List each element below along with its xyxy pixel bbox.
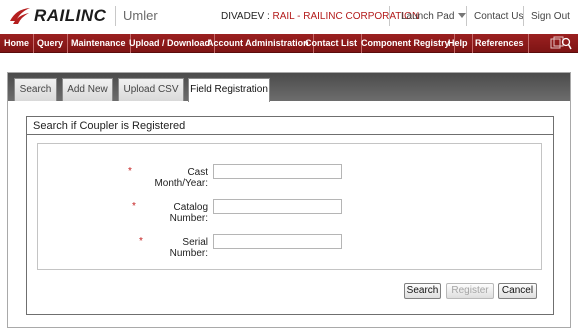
required-marker: * — [132, 201, 136, 212]
required-marker: * — [139, 236, 143, 247]
nav-upload-download[interactable]: Upload / Download — [125, 34, 215, 53]
required-marker: * — [128, 166, 132, 177]
register-button[interactable]: Register — [446, 283, 494, 299]
top-header: RAILINC Umler DIVADEV : RAIL - RAILINC C… — [0, 0, 578, 33]
nav-help[interactable]: Help — [444, 34, 473, 53]
logo-text: RAILINC — [34, 6, 107, 25]
nav-home[interactable]: Home — [0, 34, 35, 53]
search-form: * Cast Month/Year: * Catalog Number: * S… — [37, 143, 542, 270]
form-row-serial-number: * Serial Number: — [38, 234, 543, 259]
org-name: RAIL - RAILINC CORPORATION — [272, 11, 420, 22]
tab-search[interactable]: Search — [14, 78, 57, 101]
content-frame: Search Add New Upload CSV Field Registra… — [7, 72, 571, 328]
tab-upload-csv[interactable]: Upload CSV — [118, 78, 184, 101]
nav-query[interactable]: Query — [33, 34, 69, 53]
search-button[interactable]: Search — [404, 283, 441, 299]
launch-pad-menu[interactable]: Launch Pad — [401, 11, 467, 22]
tab-add-new[interactable]: Add New — [62, 78, 113, 101]
cast-month-year-label: Cast Month/Year: — [154, 167, 208, 189]
serial-number-label: Serial Number: — [169, 237, 208, 259]
nav-maintenance[interactable]: Maintenance — [67, 34, 131, 53]
nav-component-registry[interactable]: Component Registry — [357, 34, 455, 53]
header-divider — [389, 6, 390, 26]
railinc-swoosh-icon — [10, 8, 30, 24]
serial-number-input[interactable] — [213, 234, 342, 249]
app-name: Umler — [123, 8, 158, 23]
header-divider — [115, 6, 116, 26]
tab-field-registration[interactable]: Field Registration — [188, 78, 270, 102]
railinc-logo[interactable]: RAILINC — [8, 5, 113, 27]
contact-us-link[interactable]: Contact Us — [474, 11, 523, 22]
tab-strip: Search Add New Upload CSV Field Registra… — [8, 73, 570, 102]
main-nav-bar: Home Query Maintenance Upload / Download… — [0, 34, 578, 53]
cancel-button[interactable]: Cancel — [498, 283, 537, 299]
sign-out-link[interactable]: Sign Out — [531, 11, 570, 22]
nav-references[interactable]: References — [471, 34, 529, 53]
nav-contact-list[interactable]: Contact List — [301, 34, 363, 53]
header-divider — [523, 6, 524, 26]
org-code: DIVADEV : — [221, 11, 270, 22]
catalog-number-label: Catalog Number: — [169, 202, 208, 224]
cast-month-year-input[interactable] — [213, 164, 342, 179]
catalog-number-input[interactable] — [213, 199, 342, 214]
nav-account-administration[interactable]: Account Administration — [203, 34, 314, 53]
launch-pad-label: Launch Pad — [401, 11, 455, 22]
form-row-cast-month-year: * Cast Month/Year: — [38, 164, 543, 189]
window-magnify-icon[interactable] — [550, 36, 572, 51]
form-row-catalog-number: * Catalog Number: — [38, 199, 543, 224]
coupler-search-panel: Search if Coupler is Registered * Cast M… — [26, 116, 554, 315]
panel-title: Search if Coupler is Registered — [27, 117, 553, 135]
header-divider — [466, 6, 467, 26]
